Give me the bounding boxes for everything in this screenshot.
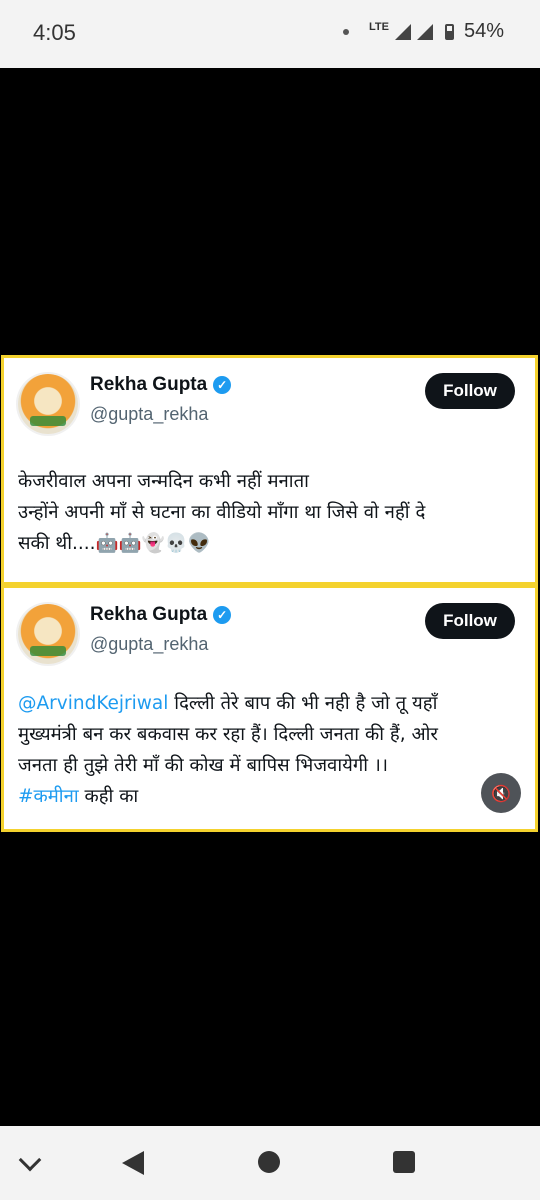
signal-icon [416,23,433,40]
author-name: Rekha Gupta [90,374,208,395]
tweet-text-line: केजरीवाल अपना जन्मदिन कभी नहीं मनाता [18,471,309,492]
mention-link[interactable]: @ArvindKejriwal [18,693,168,714]
battery-percent: 54% [463,20,504,42]
notification-dot-icon [343,28,349,35]
home-icon[interactable] [258,1151,280,1173]
tweet-card: Rekha Gupta ✓ @gupta_rekha Follow @Arvin… [1,585,538,832]
author-name: Rekha Gupta [90,604,208,625]
tweet-card: Rekha Gupta ✓ @gupta_rekha Follow केजरीव… [1,355,538,585]
hashtag-link[interactable]: #कमीना [18,786,79,807]
avatar[interactable] [18,374,78,434]
recents-icon[interactable] [393,1151,415,1173]
status-indicators: LTE 54% [343,20,504,43]
tweet-text-line: #कमीना कही का [18,786,139,807]
battery-icon [444,23,454,40]
tweet-text-line: जनता ही तुझे तेरी माँ की कोख में बापिस भ… [18,755,388,776]
tweet-text-line: @ArvindKejriwal दिल्ली तेरे बाप की भी नह… [18,693,438,714]
tweet-text-line: सकी थी....🤖🤖👻💀👽 [18,533,211,554]
tweet-text: केजरीवाल अपना जन्मदिन कभी नहीं मनाता उन्… [18,466,513,559]
author-name-row[interactable]: Rekha Gupta ✓ [90,604,232,626]
author-handle: @gupta_rekha [90,634,209,654]
follow-button[interactable]: Follow [425,373,515,409]
author-handle: @gupta_rekha [90,404,209,424]
network-type: LTE [369,20,389,33]
status-time: 4:05 [33,20,76,45]
verified-badge-icon: ✓ [213,376,232,394]
signal-icon [394,23,411,40]
chevron-down-icon[interactable] [18,1148,42,1172]
tweet-text-line: उन्होंने अपनी माँ से घटना का वीडियो माँग… [18,502,426,523]
emoji-sequence: 🤖🤖👻💀👽 [95,533,211,554]
follow-button[interactable]: Follow [425,603,515,639]
author-name-row[interactable]: Rekha Gupta ✓ [90,374,232,396]
status-bar: 4:05 LTE 54% [0,0,540,68]
tweet-text: @ArvindKejriwal दिल्ली तेरे बाप की भी नह… [18,688,513,812]
verified-badge-icon: ✓ [213,606,232,624]
tweet-text-line: मुख्यमंत्री बन कर बकवास कर रहा हैं। दिल्… [18,724,438,745]
system-navigation-bar [0,1126,540,1200]
back-icon[interactable] [122,1151,144,1175]
avatar[interactable] [18,604,78,664]
mute-icon[interactable]: 🔇 [481,773,521,813]
